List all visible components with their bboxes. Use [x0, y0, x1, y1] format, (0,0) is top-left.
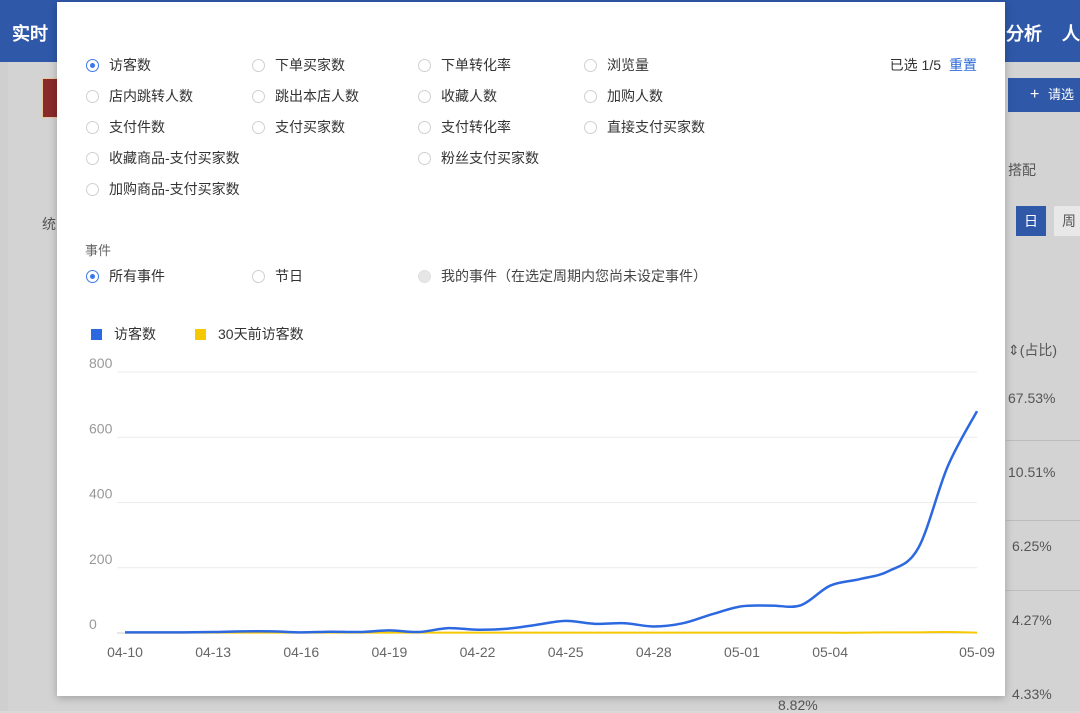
week-toggle-button[interactable]: 周 [1054, 206, 1080, 236]
metric-chart-modal: 访客数 下单买家数 下单转化率 浏览量 店内跳转人数 跳出本店人数 收藏人数 加… [57, 2, 1005, 696]
visitors-line-chart: 0 200 400 600 800 04-10 04-13 04-16 04-19 04-22 04… [89, 355, 995, 660]
series-line-visitors [124, 410, 979, 634]
x-tick-label: 05-09 [959, 644, 995, 660]
metric-option-favorites[interactable]: 收藏人数 [418, 86, 497, 106]
x-tick-label: 04-13 [195, 644, 231, 660]
x-tick-label: 05-01 [724, 644, 760, 660]
nav-tab-analysis[interactable]: 分析 [1006, 20, 1042, 46]
reset-link[interactable]: 重置 [949, 55, 977, 75]
nav-tab-realtime[interactable]: 实时 [12, 20, 48, 46]
event-option-my-events: 我的事件（在选定周期内您尚未设定事件） [418, 266, 707, 286]
add-select-button[interactable]: + 请选 [1008, 78, 1080, 112]
legend-item-visitors[interactable]: 访客数 [91, 324, 156, 344]
x-tick-label: 04-22 [460, 644, 496, 660]
side-label-combo: 搭配 [1008, 162, 1036, 178]
y-tick-label: 800 [89, 355, 113, 371]
radio-icon[interactable] [418, 58, 431, 72]
legend-swatch-blue [91, 328, 102, 340]
metric-option-pageviews[interactable]: 浏览量 [584, 55, 649, 75]
metric-option-in-store-jumps[interactable]: 店内跳转人数 [86, 86, 193, 106]
metric-option-add-to-cart[interactable]: 加购人数 [584, 86, 663, 106]
radio-icon[interactable] [252, 89, 265, 103]
ratio-header: ⇕(占比) [1008, 342, 1058, 358]
plus-icon: + [1030, 86, 1040, 103]
row-divider [1006, 590, 1080, 591]
metric-option-fav-item-paid-buyers[interactable]: 收藏商品-支付买家数 [86, 148, 240, 168]
metric-option-pay-conversion[interactable]: 支付转化率 [418, 117, 511, 137]
metric-option-direct-paid-buyers[interactable]: 直接支付买家数 [584, 117, 705, 137]
radio-icon[interactable] [252, 120, 265, 134]
radio-icon[interactable] [252, 58, 265, 72]
radio-icon[interactable] [418, 89, 431, 103]
x-tick-label: 04-10 [107, 644, 143, 660]
metric-option-bounce[interactable]: 跳出本店人数 [252, 86, 359, 106]
radio-icon[interactable] [86, 151, 99, 165]
event-option-holidays[interactable]: 节日 [252, 266, 303, 286]
metric-option-visitors[interactable]: 访客数 [86, 55, 151, 75]
radio-icon[interactable] [252, 269, 265, 283]
radio-disabled-icon [418, 269, 431, 283]
x-tick-label: 05-04 [812, 644, 848, 660]
selected-count: 已选 1/5 [889, 57, 941, 73]
metric-option-paid-buyers[interactable]: 支付买家数 [252, 117, 345, 137]
metric-option-fan-paid-buyers[interactable]: 粉丝支付买家数 [418, 148, 539, 168]
metric-option-order-buyers[interactable]: 下单买家数 [252, 55, 345, 75]
ratio-value: 10.51% [1008, 464, 1056, 480]
nav-tab-more[interactable]: 人 [1062, 20, 1080, 46]
metric-option-order-conversion[interactable]: 下单转化率 [418, 55, 511, 75]
radio-checked-icon[interactable] [86, 269, 99, 283]
side-label-stats: 统 [42, 216, 56, 232]
radio-icon[interactable] [86, 120, 99, 134]
metric-option-cart-item-paid-buyers[interactable]: 加购商品-支付买家数 [86, 179, 240, 199]
radio-icon[interactable] [584, 120, 597, 134]
ratio-value: 4.33% [1012, 686, 1052, 702]
radio-icon[interactable] [86, 182, 99, 196]
row-divider [1006, 520, 1080, 521]
y-tick-label: 200 [89, 551, 113, 567]
legend-swatch-yellow [195, 328, 206, 340]
day-toggle-button[interactable]: 日 [1016, 206, 1046, 236]
radio-icon[interactable] [584, 89, 597, 103]
radio-checked-icon[interactable] [86, 58, 99, 72]
radio-icon[interactable] [86, 89, 99, 103]
y-tick-label: 400 [89, 486, 113, 502]
y-tick-label: 0 [89, 616, 97, 632]
radio-icon[interactable] [584, 58, 597, 72]
events-section-label: 事件 [85, 243, 112, 258]
metric-option-paid-items[interactable]: 支付件数 [86, 117, 165, 137]
ratio-value: 67.53% [1008, 390, 1056, 406]
x-tick-label: 04-19 [372, 644, 408, 660]
event-option-all[interactable]: 所有事件 [86, 266, 165, 286]
x-tick-label: 04-25 [548, 644, 584, 660]
x-tick-label: 04-28 [636, 644, 672, 660]
y-tick-label: 600 [89, 420, 113, 436]
ratio-value: 4.27% [1012, 612, 1052, 628]
ratio-value: 6.25% [1012, 538, 1052, 554]
radio-icon[interactable] [418, 151, 431, 165]
x-tick-label: 04-16 [283, 644, 319, 660]
row-divider [1006, 440, 1080, 441]
radio-icon[interactable] [418, 120, 431, 134]
legend-item-visitors-30d-ago[interactable]: 30天前访客数 [195, 324, 304, 344]
